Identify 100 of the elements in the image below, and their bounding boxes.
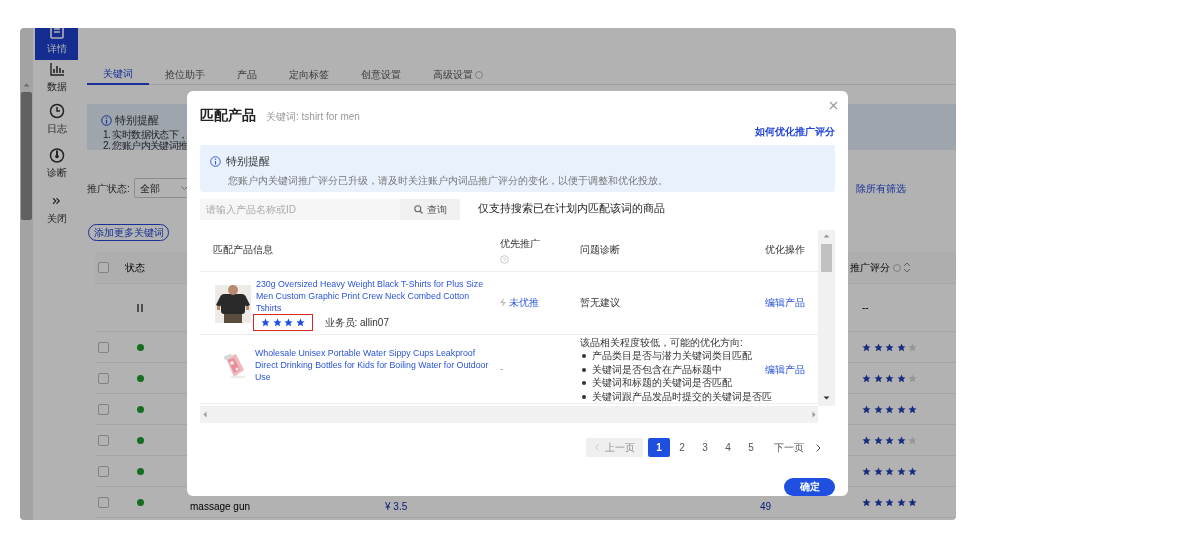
star-icon	[908, 373, 917, 383]
bullet-icon	[582, 381, 586, 386]
checkbox[interactable]	[98, 341, 109, 353]
gauge-icon	[48, 147, 65, 163]
star-icon	[873, 373, 883, 383]
scrollbar[interactable]	[20, 28, 33, 520]
search-note: 仅支持搜索已在计划内匹配该词的商品	[478, 201, 665, 217]
edit-product-link[interactable]: 编辑产品	[765, 295, 805, 311]
checkbox[interactable]	[98, 372, 109, 384]
column-header: 优先推广	[500, 237, 540, 249]
tab[interactable]: 定向标签	[273, 65, 345, 85]
checkbox[interactable]	[98, 403, 109, 415]
filter-label: 推广状态:	[87, 181, 130, 196]
star-icon	[908, 435, 917, 445]
star-icon	[873, 435, 883, 445]
horizontal-scrollbar[interactable]	[200, 406, 818, 424]
scroll-left-icon[interactable]	[202, 411, 207, 419]
close-button[interactable]	[829, 101, 838, 110]
star-icon	[896, 435, 906, 445]
product-title-link[interactable]: Wholesale Unisex Portable Water Sippy Cups Leakproof Direct Drinking Bottles for Kids for Boiling Water for Outdoor Use	[255, 347, 491, 384]
star-icon	[885, 435, 894, 445]
search-field[interactable]: 请输入产品名称或ID	[200, 198, 400, 220]
checkbox[interactable]	[98, 496, 109, 508]
scroll-up-icon[interactable]	[23, 83, 30, 87]
confirm-button[interactable]: 确定	[784, 478, 835, 496]
score-text: --	[862, 302, 869, 313]
star-icon	[896, 373, 906, 383]
star-icon	[908, 466, 917, 476]
star-icon	[885, 497, 894, 507]
next-page-button[interactable]: 下一页	[770, 438, 825, 458]
page-button[interactable]: 4	[717, 438, 739, 458]
star-icon	[896, 404, 906, 414]
checkbox[interactable]	[98, 434, 109, 446]
search-button[interactable]: 查询	[400, 198, 460, 220]
scroll-right-icon[interactable]	[811, 411, 816, 419]
close-icon	[829, 101, 838, 110]
sidebar-item[interactable]: 数据	[35, 60, 78, 98]
page-button[interactable]: 2	[671, 438, 693, 458]
clear-filters-link[interactable]: 除所有筛选	[856, 180, 906, 196]
notice-line: 1. 实时数据状态下，	[103, 128, 188, 140]
info-icon	[210, 155, 221, 167]
edit-product-link[interactable]: 编辑产品	[765, 361, 805, 377]
salesperson-label: 业务员: allin07	[324, 315, 389, 330]
star-icon	[261, 317, 270, 327]
column-header: 状态	[125, 261, 146, 275]
priority-link[interactable]: 未优推	[508, 295, 539, 311]
bullet-icon	[582, 367, 586, 372]
suggestion-text: 关键词和标题的关键词是否匹配	[592, 376, 732, 390]
star-icon	[908, 497, 917, 507]
star-icon	[295, 317, 305, 327]
tab[interactable]: 创意设置	[345, 65, 417, 85]
sidebar-item[interactable]: 详情	[35, 28, 78, 60]
scrollbar-thumb[interactable]	[821, 243, 832, 272]
clock-icon	[48, 103, 65, 119]
page-button[interactable]: 1	[648, 438, 670, 458]
help-link[interactable]: 如何优化推广评分	[755, 124, 835, 139]
checkbox[interactable]	[98, 262, 109, 273]
tab[interactable]: 抢位助手	[149, 65, 221, 85]
tab[interactable]: 关键词	[87, 65, 149, 85]
tab[interactable]: 产品	[221, 65, 273, 85]
help-icon	[892, 263, 901, 272]
checkbox[interactable]	[98, 465, 109, 477]
scroll-up-icon[interactable]	[823, 233, 830, 238]
chevron-left-icon	[594, 444, 599, 452]
star-icon	[885, 404, 894, 414]
bullet-icon	[582, 394, 586, 399]
price: ¥ 3.5	[385, 499, 409, 514]
star-icon	[862, 435, 871, 445]
document-icon	[48, 28, 65, 39]
sort-icon[interactable]	[903, 262, 911, 273]
page-button[interactable]: 5	[740, 438, 762, 458]
page-button[interactable]: 3	[694, 438, 716, 458]
star-icon	[272, 317, 282, 327]
column-header: 匹配产品信息	[213, 244, 273, 256]
star-icon	[885, 373, 894, 383]
sidebar-item[interactable]: 诊断	[35, 140, 78, 184]
keyword-name: massage gun	[190, 499, 252, 514]
star-icon	[896, 342, 906, 352]
star-icon	[862, 497, 871, 507]
star-icon	[908, 342, 917, 352]
scrollbar-thumb[interactable]	[21, 92, 32, 220]
vertical-scrollbar[interactable]	[818, 229, 835, 407]
star-icon	[284, 317, 293, 327]
star-icon	[873, 342, 883, 352]
table-cell-text: 49	[760, 499, 773, 514]
sidebar-item[interactable]: 关闭	[35, 190, 78, 230]
chevron-right-icon	[816, 443, 821, 452]
bolt-icon	[500, 298, 506, 308]
add-keywords-button[interactable]: 添加更多关键词	[88, 224, 169, 241]
suggestion-text: 产品类目是否与潜力关键词类目匹配	[592, 349, 752, 363]
sidebar-item[interactable]: 日志	[35, 98, 78, 140]
notice-line: 2. 您账户内关键词推	[103, 139, 188, 150]
notice-text: 您账户内关键词推广评分已升级，请及时关注账户内词品推广评分的变化，以便于调整和优化投放。	[228, 173, 669, 188]
bar-chart-icon	[48, 61, 65, 77]
star-icon	[873, 497, 883, 507]
tab[interactable]: 高级设置	[417, 65, 499, 85]
scroll-down-icon[interactable]	[823, 396, 830, 401]
product-title-link[interactable]: 230g Oversized Heavy Weight Black T-Shirts for Plus Size Men Custom Graphic Print Crew Neck Combed Cotton Tshirts	[256, 277, 492, 314]
star-icon	[873, 404, 883, 414]
keyword-label: 关键词: tshirt for men	[266, 110, 360, 124]
